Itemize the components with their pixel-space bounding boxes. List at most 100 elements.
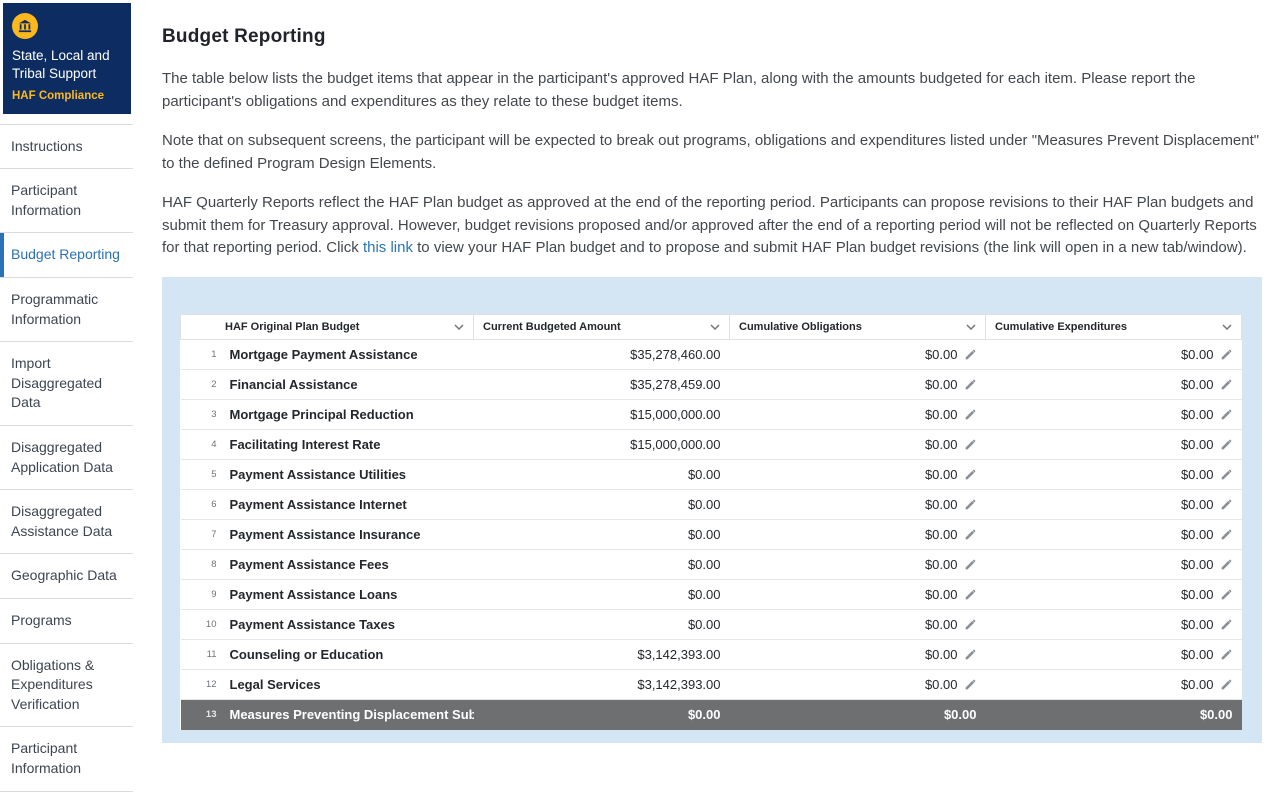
cumulative-expenditures: $0.00 bbox=[986, 519, 1242, 549]
current-budgeted-amount: $0.00 bbox=[474, 609, 730, 639]
sidebar-item-geographic-data[interactable]: Geographic Data bbox=[0, 554, 133, 599]
sidebar-item-programs[interactable]: Programs bbox=[0, 599, 133, 644]
sidebar: State, Local and Tribal Support HAF Comp… bbox=[0, 0, 133, 743]
table-row: 2Financial Assistance$35,278,459.00$0.00… bbox=[181, 369, 1242, 399]
edit-expenditures-button[interactable] bbox=[1220, 438, 1233, 451]
current-budgeted-amount: $0.00 bbox=[474, 489, 730, 519]
cumulative-expenditures: $0.00 bbox=[986, 399, 1242, 429]
edit-expenditures-button[interactable] bbox=[1220, 378, 1233, 391]
current-budgeted-amount: $3,142,393.00 bbox=[474, 639, 730, 669]
cumulative-obligations: $0.00 bbox=[730, 609, 986, 639]
edit-expenditures-button[interactable] bbox=[1220, 678, 1233, 691]
row-number: 9 bbox=[181, 579, 221, 609]
edit-obligations-button[interactable] bbox=[964, 678, 977, 691]
cumulative-expenditures: $0.00 bbox=[986, 549, 1242, 579]
current-budgeted-amount: $0.00 bbox=[474, 699, 730, 729]
edit-obligations-button[interactable] bbox=[964, 378, 977, 391]
edit-expenditures-button[interactable] bbox=[1220, 498, 1233, 511]
brand-subtitle: HAF Compliance bbox=[12, 90, 122, 102]
current-budgeted-amount: $15,000,000.00 bbox=[474, 399, 730, 429]
edit-obligations-button[interactable] bbox=[964, 588, 977, 601]
cumulative-expenditures: $0.00 bbox=[986, 489, 1242, 519]
cumulative-obligations: $0.00 bbox=[730, 699, 986, 729]
sidebar-item-disaggregated-assistance-data[interactable]: Disaggregated Assistance Data bbox=[0, 490, 133, 554]
edit-expenditures-button[interactable] bbox=[1220, 348, 1233, 361]
edit-obligations-button[interactable] bbox=[964, 408, 977, 421]
sidebar-item-programmatic-information[interactable]: Programmatic Information bbox=[0, 278, 133, 342]
row-number: 3 bbox=[181, 399, 221, 429]
column-header-plan-budget[interactable]: HAF Original Plan Budget bbox=[181, 314, 474, 339]
edit-obligations-button[interactable] bbox=[964, 348, 977, 361]
sidebar-item-participant-information[interactable]: Participant Information bbox=[0, 169, 133, 233]
cumulative-obligations: $0.00 bbox=[730, 429, 986, 459]
sidebar-item-disaggregated-application-data[interactable]: Disaggregated Application Data bbox=[0, 426, 133, 490]
row-number: 4 bbox=[181, 429, 221, 459]
cumulative-expenditures: $0.00 bbox=[986, 459, 1242, 489]
cumulative-obligations: $0.00 bbox=[730, 639, 986, 669]
edit-obligations-button[interactable] bbox=[964, 618, 977, 631]
sidebar-item-import-disaggregated-data[interactable]: Import Disaggregated Data bbox=[0, 342, 133, 426]
budget-table: HAF Original Plan Budget Current Budgete… bbox=[180, 314, 1242, 730]
current-budgeted-amount: $0.00 bbox=[474, 519, 730, 549]
sidebar-item-obligations-expenditures-verification[interactable]: Obligations & Expenditures Verification bbox=[0, 644, 133, 728]
cumulative-obligations: $0.00 bbox=[730, 369, 986, 399]
edit-expenditures-button[interactable] bbox=[1220, 588, 1233, 601]
row-number: 10 bbox=[181, 609, 221, 639]
edit-obligations-button[interactable] bbox=[964, 558, 977, 571]
edit-expenditures-button[interactable] bbox=[1220, 468, 1233, 481]
column-header-cumulative-obligations[interactable]: Cumulative Obligations bbox=[730, 314, 986, 339]
row-number: 13 bbox=[181, 699, 221, 729]
edit-expenditures-button[interactable] bbox=[1220, 528, 1233, 541]
table-row: 5Payment Assistance Utilities$0.00$0.00$… bbox=[181, 459, 1242, 489]
column-header-current-budgeted-amount[interactable]: Current Budgeted Amount bbox=[474, 314, 730, 339]
sidebar-item-participant-information[interactable]: Participant Information bbox=[0, 727, 133, 791]
cumulative-expenditures: $0.00 bbox=[986, 339, 1242, 369]
chevron-down-icon[interactable] bbox=[454, 324, 464, 330]
column-header-cumulative-expenditures[interactable]: Cumulative Expenditures bbox=[986, 314, 1242, 339]
budget-item-name: Mortgage Principal Reduction bbox=[221, 399, 474, 429]
edit-obligations-button[interactable] bbox=[964, 468, 977, 481]
edit-expenditures-button[interactable] bbox=[1220, 408, 1233, 421]
page-title: Budget Reporting bbox=[162, 26, 1262, 48]
current-budgeted-amount: $35,278,460.00 bbox=[474, 339, 730, 369]
budget-item-name: Payment Assistance Insurance bbox=[221, 519, 474, 549]
budget-item-name: Facilitating Interest Rate bbox=[221, 429, 474, 459]
sidebar-item-instructions[interactable]: Instructions bbox=[0, 125, 133, 170]
edit-obligations-button[interactable] bbox=[964, 498, 977, 511]
edit-expenditures-button[interactable] bbox=[1220, 618, 1233, 631]
cumulative-obligations: $0.00 bbox=[730, 669, 986, 699]
sidebar-item-budget-reporting[interactable]: Budget Reporting bbox=[0, 233, 133, 278]
table-row: 12Legal Services$3,142,393.00$0.00$0.00 bbox=[181, 669, 1242, 699]
cumulative-obligations: $0.00 bbox=[730, 399, 986, 429]
brand-title: State, Local and Tribal Support bbox=[12, 47, 122, 83]
table-row: 8Payment Assistance Fees$0.00$0.00$0.00 bbox=[181, 549, 1242, 579]
chevron-down-icon[interactable] bbox=[966, 324, 976, 330]
table-row: 11Counseling or Education$3,142,393.00$0… bbox=[181, 639, 1242, 669]
cumulative-expenditures: $0.00 bbox=[986, 639, 1242, 669]
row-number: 2 bbox=[181, 369, 221, 399]
budget-item-name: Payment Assistance Loans bbox=[221, 579, 474, 609]
row-number: 11 bbox=[181, 639, 221, 669]
subtotal-row: 13Measures Preventing Displacement Subto… bbox=[181, 699, 1242, 729]
revision-paragraph: HAF Quarterly Reports reflect the HAF Pl… bbox=[162, 192, 1262, 260]
table-panel: HAF Original Plan Budget Current Budgete… bbox=[162, 277, 1262, 744]
edit-obligations-button[interactable] bbox=[964, 438, 977, 451]
chevron-down-icon[interactable] bbox=[1222, 324, 1232, 330]
budget-item-name: Payment Assistance Fees bbox=[221, 549, 474, 579]
budget-item-name: Payment Assistance Utilities bbox=[221, 459, 474, 489]
budget-item-name: Financial Assistance bbox=[221, 369, 474, 399]
edit-expenditures-button[interactable] bbox=[1220, 558, 1233, 571]
treasury-seal-icon bbox=[12, 13, 38, 39]
cumulative-obligations: $0.00 bbox=[730, 549, 986, 579]
chevron-down-icon[interactable] bbox=[710, 324, 720, 330]
haf-plan-budget-link[interactable]: this link bbox=[363, 239, 413, 256]
current-budgeted-amount: $0.00 bbox=[474, 549, 730, 579]
edit-obligations-button[interactable] bbox=[964, 648, 977, 661]
edit-obligations-button[interactable] bbox=[964, 528, 977, 541]
cumulative-expenditures: $0.00 bbox=[986, 669, 1242, 699]
row-number: 7 bbox=[181, 519, 221, 549]
edit-expenditures-button[interactable] bbox=[1220, 648, 1233, 661]
current-budgeted-amount: $15,000,000.00 bbox=[474, 429, 730, 459]
brand-card: State, Local and Tribal Support HAF Comp… bbox=[3, 3, 131, 114]
revision-text-after-link: to view your HAF Plan budget and to prop… bbox=[413, 239, 1247, 256]
